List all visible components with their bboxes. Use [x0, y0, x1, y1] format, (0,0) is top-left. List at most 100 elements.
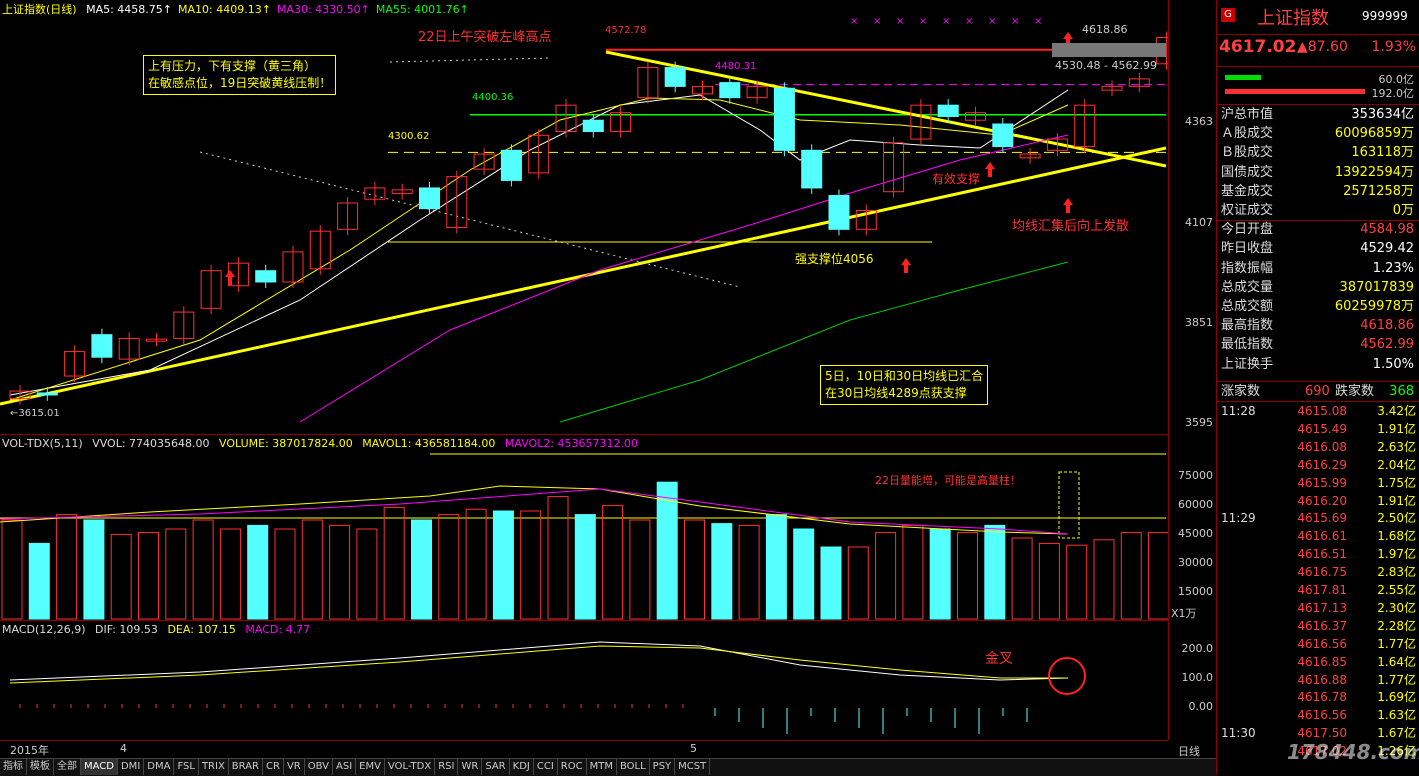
tab-0[interactable]: 指标 — [0, 759, 27, 775]
tick-price: 4616.56 — [1297, 636, 1347, 651]
down-count: 368 — [1389, 384, 1414, 399]
dea-line — [9, 645, 1068, 684]
volume-bar — [219, 528, 241, 620]
annotation-ma-gather: 均线汇集后向上发散 — [1012, 219, 1130, 234]
stat-label: 总成交量 — [1221, 279, 1274, 295]
tick-row: 11:28 4615.08 3.42亿 — [1217, 402, 1419, 420]
candle-panel[interactable]: 上证指数(日线) MA5: 4458.75↑ MA10: 4409.13↑ MA30… — [0, 0, 1168, 435]
stat-label: 最高指数 — [1221, 318, 1274, 334]
tab-18[interactable]: KDJ — [510, 759, 534, 775]
stat-value: 1.50% — [1372, 356, 1414, 372]
tick-amount: 2.83亿 — [1377, 565, 1416, 580]
stat-row: Ａ股成交 60096859万 — [1217, 124, 1419, 143]
volume-bar — [629, 519, 651, 620]
tab-4[interactable]: DMI — [118, 759, 145, 775]
annotation-box-ma: 5日，10日和30日均线已汇合 在30日均线4289点获支撑 — [820, 365, 989, 405]
tab-17[interactable]: SAR — [482, 759, 510, 775]
stat-row: 基金成交 2571258万 — [1217, 182, 1419, 201]
tab-23[interactable]: PSY — [650, 759, 676, 775]
volume-panel[interactable]: VOL-TDX(5,11) VVOL: 774035648.00 VOLUME:… — [0, 434, 1168, 621]
volume-chart — [0, 453, 1168, 620]
candle — [719, 82, 741, 99]
marker-x: × — [1011, 16, 1019, 27]
tick-amount: 2.04亿 — [1377, 457, 1416, 472]
tick-price: 4615.08 — [1297, 404, 1347, 418]
vol-tick: 45000 — [1178, 527, 1213, 540]
tick-price: 4616.75 — [1297, 565, 1347, 580]
tab-20[interactable]: ROC — [558, 759, 587, 775]
tab-16[interactable]: WR — [458, 759, 483, 775]
dotted-arrow-2 — [389, 57, 551, 63]
tab-2[interactable]: 全部 — [54, 759, 81, 775]
macd-panel[interactable]: MACD(12,26,9) DIF: 109.53 DEA: 107.15 MA… — [0, 620, 1168, 741]
tab-13[interactable]: EMV — [356, 759, 385, 775]
stat-row: 国债成交 13922594万 — [1217, 163, 1419, 182]
volume-bar — [192, 519, 214, 620]
tab-19[interactable]: CCI — [534, 759, 558, 775]
candle — [91, 334, 113, 358]
stat-value: 13922594万 — [1334, 164, 1414, 180]
tab-6[interactable]: FSL — [174, 759, 199, 775]
quote-code: 999999 — [1362, 9, 1408, 23]
watermark: 178448.com — [1287, 740, 1419, 764]
period-label[interactable]: 日线 — [1178, 743, 1200, 759]
tick-row: 4617.13 2.30亿 — [1217, 599, 1419, 617]
tab-24[interactable]: MCST — [675, 759, 711, 775]
green-bar — [1225, 75, 1261, 80]
price-axis: 4363 4107 3851 3595 — [1168, 0, 1217, 434]
level-low: ←3615.01 — [10, 408, 60, 419]
volume-bar — [28, 542, 50, 620]
tick-time: 11:28 — [1221, 404, 1256, 418]
tab-15[interactable]: RSI — [435, 759, 459, 775]
tab-11[interactable]: OBV — [305, 759, 333, 775]
tick-amount: 2.50亿 — [1377, 511, 1416, 526]
tab-12[interactable]: ASI — [333, 759, 357, 775]
tab-14[interactable]: VOL-TDX — [385, 759, 436, 775]
red-arrow-icon — [901, 258, 911, 273]
level-4400: 4400.36 — [472, 92, 514, 103]
tab-3[interactable]: MACD — [81, 759, 118, 775]
stat-label: 最低指数 — [1221, 337, 1274, 353]
stat-row: 昨日收盘 4529.42 — [1217, 239, 1419, 258]
g-icon[interactable]: G — [1221, 8, 1235, 22]
tab-8[interactable]: BRAR — [229, 759, 263, 775]
tick-row: 4616.56 1.63亿 — [1217, 706, 1419, 724]
tab-10[interactable]: VR — [284, 759, 305, 775]
tab-22[interactable]: BOLL — [617, 759, 650, 775]
stat-label: 今日开盘 — [1221, 222, 1274, 238]
tick-amount: 1.91亿 — [1377, 421, 1416, 436]
tick-row: 4616.08 2.63亿 — [1217, 438, 1419, 456]
tick-price: 4616.61 — [1297, 529, 1347, 544]
marker-x: × — [988, 16, 996, 27]
tab-7[interactable]: TRIX — [199, 759, 229, 775]
x-year: 2015年 — [10, 744, 49, 757]
level-right-range — [1052, 43, 1166, 57]
volume-bar — [765, 514, 787, 620]
tick-row: 4616.29 2.04亿 — [1217, 456, 1419, 474]
tab-5[interactable]: DMA — [144, 759, 175, 775]
stat-row: 总成交量 387017839 — [1217, 278, 1419, 297]
level-right-high: 4618.86 — [1082, 23, 1128, 36]
tick-time: 11:29 — [1221, 511, 1256, 526]
candle — [828, 194, 850, 230]
tab-9[interactable]: CR — [263, 759, 284, 775]
stat-label: Ｂ股成交 — [1221, 145, 1274, 161]
stat-value: 4618.86 — [1360, 318, 1414, 334]
macd-tick: 0.00 — [1188, 700, 1214, 713]
volume-bar — [1066, 544, 1088, 620]
tick-row: 4616.56 1.77亿 — [1217, 635, 1419, 653]
box-line2: 在敏感点位，19日突破黄线压制！ — [148, 76, 332, 90]
stats-list: 沪总市值 353634亿 Ａ股成交 60096859万 Ｂ股成交 163118万 国债成交 1… — [1217, 104, 1419, 372]
tab-1[interactable]: 模板 — [27, 759, 54, 775]
x-axis: 2015年 4 5 — [0, 740, 1168, 758]
volume-bar — [547, 496, 569, 620]
vol-unit: X1万 — [1171, 607, 1197, 620]
tab-21[interactable]: MTM — [587, 759, 617, 775]
tick-row: 4616.37 2.28亿 — [1217, 617, 1419, 635]
stat-value: 60096859万 — [1334, 126, 1414, 142]
x-month-4: 4 — [120, 742, 127, 755]
marker-x: × — [896, 16, 904, 27]
up-label: 涨家数 — [1221, 384, 1261, 399]
stat-label: 权证成交 — [1221, 203, 1274, 218]
quote-pct: 1.93% — [1371, 39, 1416, 55]
